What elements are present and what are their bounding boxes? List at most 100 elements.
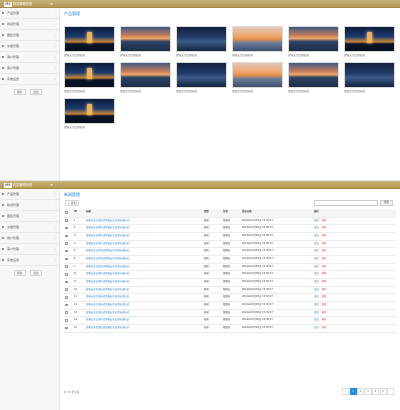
edit-link[interactable]: 修改 (314, 265, 319, 268)
sidebar-item[interactable]: 新闻管理 › (0, 200, 59, 211)
checkbox-icon[interactable] (65, 249, 68, 253)
product-thumbnail[interactable]: 游客安全出游标语 (344, 62, 395, 93)
edit-link[interactable]: 修改 (314, 288, 319, 291)
delete-link[interactable]: 删除 (322, 249, 327, 252)
sidebar-item[interactable]: 客户管理 › (0, 63, 59, 74)
row-checkbox[interactable] (64, 232, 73, 241)
menu-toggle-icon[interactable]: ≡ (50, 2, 53, 6)
edit-link[interactable]: 修改 (314, 311, 319, 314)
product-image[interactable] (120, 26, 171, 52)
sidebar-item[interactable]: 系统设置 › (0, 255, 59, 266)
row-checkbox[interactable] (64, 247, 73, 256)
column-header-type[interactable]: 类型 (203, 209, 222, 218)
cell-title-link[interactable]: 游客安全出游标语游客安全出游标语标语 (85, 247, 203, 256)
edit-link[interactable]: 修改 (314, 219, 319, 222)
row-checkbox[interactable] (64, 217, 73, 226)
edit-link[interactable]: 修改 (314, 303, 319, 306)
edit-link[interactable]: 修改 (314, 242, 319, 245)
column-header-title[interactable]: 标题 (85, 209, 203, 218)
product-image[interactable] (120, 62, 171, 88)
delete-link[interactable]: 删除 (322, 288, 327, 291)
sidebar-item[interactable]: 产品管理 › (0, 189, 59, 200)
cell-title-link[interactable]: 游客安全出游标语游客安全出游标语标语 (85, 255, 203, 264)
edit-link[interactable]: 修改 (314, 234, 319, 237)
product-image[interactable] (176, 26, 227, 52)
product-caption[interactable]: 游客安全出游标语 (288, 90, 339, 93)
delete-link[interactable]: 删除 (322, 242, 327, 245)
product-image[interactable] (344, 62, 395, 88)
sidebar-item[interactable]: 图集管理 › (0, 211, 59, 222)
menu-toggle-icon[interactable]: ≡ (50, 183, 53, 187)
product-thumbnail[interactable]: 游客安全出游标语 (232, 62, 283, 93)
row-checkbox[interactable] (64, 263, 73, 272)
product-image[interactable] (64, 98, 115, 124)
cell-title-link[interactable]: 游客安全出游标语游客安全出游标语标语 (85, 286, 203, 295)
cell-title-link[interactable]: 游客安全出游标语游客安全出游标语标语 (85, 232, 203, 241)
product-thumbnail[interactable]: 游客安全出游标语 (64, 26, 115, 57)
product-caption[interactable]: 游客安全出游标语 (64, 90, 115, 93)
checkbox-icon[interactable] (65, 219, 68, 222)
cell-title-link[interactable]: 游客安全出游标语游客安全出游标语标语 (85, 309, 203, 318)
product-caption[interactable]: 游客安全出游标语 (344, 54, 395, 57)
delete-link[interactable]: 删除 (322, 318, 327, 322)
product-caption[interactable]: 游客安全出游标语 (176, 54, 227, 57)
product-image[interactable] (232, 26, 283, 52)
delete-link[interactable]: 删除 (322, 234, 327, 237)
product-caption[interactable]: 游客安全出游标语 (176, 90, 227, 93)
logout-button[interactable]: 退出 (30, 89, 42, 95)
product-image[interactable] (64, 26, 115, 52)
row-checkbox[interactable] (64, 324, 73, 333)
product-thumbnail[interactable]: 游客安全出游标语 (344, 26, 395, 57)
row-checkbox[interactable] (64, 293, 73, 303)
product-image[interactable] (232, 62, 283, 88)
page-number-button[interactable]: 2 (357, 388, 364, 395)
product-thumbnail[interactable]: 游客安全出游标语 (232, 26, 283, 57)
page-number-button[interactable]: 5 (379, 388, 387, 395)
row-checkbox[interactable] (64, 316, 73, 326)
page-number-button[interactable]: 4 (372, 388, 379, 395)
product-caption[interactable]: 游客安全出游标语 (232, 90, 283, 93)
sidebar-item[interactable]: 用户管理 › (0, 233, 59, 244)
row-checkbox[interactable] (64, 278, 73, 287)
product-image[interactable] (344, 26, 395, 52)
search-button[interactable]: 搜索 (380, 200, 393, 206)
cell-title-link[interactable]: 游客安全出游标语游客安全出游标语标语 (85, 224, 203, 233)
logout-button[interactable]: 退出 (30, 270, 42, 276)
edit-link[interactable]: 修改 (314, 226, 319, 229)
sidebar-item[interactable]: 客户管理 › (0, 244, 59, 255)
checkbox-icon[interactable] (65, 311, 68, 314)
product-thumbnail[interactable]: 游客安全出游标语 (288, 26, 339, 57)
product-thumbnail[interactable]: 游客安全出游标语 (64, 98, 115, 129)
cell-title-link[interactable]: 游客安全出游标语游客安全出游标语标语 (85, 278, 203, 287)
row-checkbox[interactable] (64, 270, 73, 279)
cell-title-link[interactable]: 游客安全出游标语游客安全出游标语标语 (85, 263, 203, 272)
edit-link[interactable]: 修改 (314, 272, 319, 276)
edit-link[interactable]: 修改 (314, 318, 319, 322)
checkbox-icon[interactable] (65, 288, 68, 291)
edit-link[interactable]: 修改 (314, 295, 319, 299)
delete-link[interactable]: 删除 (322, 257, 327, 260)
sidebar-item[interactable]: 图集管理 › (0, 30, 59, 41)
cell-title-link[interactable]: 游客安全出游标语游客安全出游标语标语 (85, 324, 203, 333)
search-input[interactable] (314, 200, 378, 206)
product-caption[interactable]: 游客安全出游标语 (64, 126, 115, 129)
row-checkbox[interactable] (64, 240, 73, 249)
row-checkbox[interactable] (64, 301, 73, 310)
checkbox-icon[interactable] (65, 326, 68, 330)
checkbox-icon[interactable] (65, 257, 68, 261)
product-thumbnail[interactable]: 游客安全出游标语 (176, 62, 227, 93)
delete-link[interactable]: 删除 (322, 280, 327, 283)
next-page-button[interactable]: › (387, 388, 394, 395)
product-caption[interactable]: 游客安全出游标语 (344, 90, 395, 93)
product-thumbnail[interactable]: 游客安全出游标语 (288, 62, 339, 93)
product-caption[interactable]: 游客安全出游标语 (120, 54, 171, 57)
edit-link[interactable]: 修改 (314, 257, 319, 260)
product-thumbnail[interactable]: 游客安全出游标语 (120, 26, 171, 57)
select-all-checkbox[interactable] (64, 209, 73, 218)
column-header-date[interactable]: 发布日期 (241, 209, 313, 218)
checkbox-icon[interactable] (65, 242, 68, 245)
delete-link[interactable]: 删除 (322, 272, 327, 276)
page-number-button[interactable]: 1 (349, 388, 357, 395)
cell-title-link[interactable]: 游客安全出游标语游客安全出游标语标语 (85, 293, 203, 303)
column-header-id[interactable]: ID (73, 209, 85, 218)
